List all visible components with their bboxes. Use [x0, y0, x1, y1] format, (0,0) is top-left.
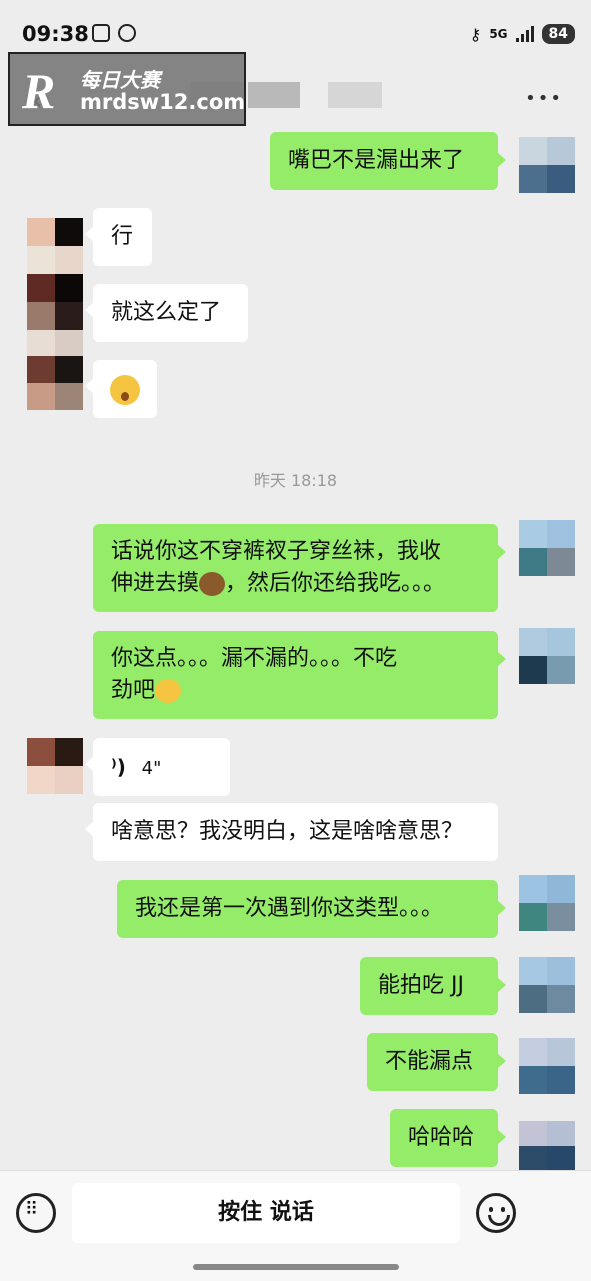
watermark-url: mrdsw12.com — [80, 90, 246, 114]
message-text: 我还是第一次遇到你这类型。。。 — [135, 896, 444, 921]
voice-message-bubble[interactable]: ⁾) 4" — [85, 738, 230, 796]
message-bubble-outgoing[interactable]: 我还是第一次遇到你这类型。。。 — [117, 880, 506, 938]
contact-avatar[interactable] — [27, 274, 83, 330]
message-text-line: 你这点。。。漏不漏的。。。不吃 — [111, 646, 398, 671]
contact-avatar[interactable] — [27, 738, 83, 794]
my-avatar[interactable] — [519, 875, 575, 931]
message-text-line: 劲吧 — [111, 675, 480, 707]
watermark-logo: R — [22, 63, 56, 119]
status-time: 09:38 — [22, 22, 89, 46]
status-right: ⚷ 5G 84 — [470, 24, 575, 44]
emoji-picker-icon[interactable] — [476, 1193, 516, 1233]
message-text: 嘴巴不是漏出来了 — [288, 148, 465, 173]
message-text: 劲吧 — [111, 678, 156, 703]
battery-badge: 84 — [541, 24, 575, 44]
message-bubble-incoming[interactable]: 行 — [85, 208, 152, 266]
message-text: 能拍吃 JJ — [378, 973, 464, 998]
home-indicator[interactable] — [193, 1264, 399, 1270]
more-options-icon[interactable]: ••• — [525, 88, 563, 109]
key-icon: ⚷ — [469, 24, 482, 44]
my-avatar[interactable] — [519, 1121, 575, 1171]
signal-icon — [515, 26, 534, 42]
message-bubble-incoming[interactable] — [85, 360, 157, 418]
message-bubble-incoming[interactable]: 就这么定了 — [85, 284, 248, 342]
message-text-line: 伸进去摸 ，然后你还给我吃。。。 — [111, 568, 480, 600]
keyboard-icon[interactable] — [16, 1193, 56, 1233]
kissing-face-emoji-icon — [110, 375, 140, 405]
laughing-tears-emoji-icon — [155, 679, 182, 703]
message-text: 伸进去摸 — [111, 571, 200, 596]
voice-duration: 4" — [141, 758, 162, 779]
message-text: 行 — [111, 224, 134, 249]
contact-avatar[interactable] — [27, 356, 83, 410]
network-label: 5G — [489, 27, 508, 41]
message-text-line: 话说你这不穿裤衩子穿丝袜，我收 — [111, 539, 442, 564]
my-avatar[interactable] — [519, 520, 575, 576]
message-text: ，然后你还给我吃。。。 — [225, 571, 446, 596]
chat-title-blurred — [328, 82, 382, 108]
my-avatar[interactable] — [519, 137, 575, 193]
message-bubble-outgoing[interactable]: 能拍吃 JJ — [360, 957, 506, 1015]
contact-avatar[interactable] — [27, 218, 83, 274]
screen-record-icon — [92, 24, 110, 42]
notification-icon — [118, 24, 136, 42]
message-bubble-outgoing[interactable]: 嘴巴不是漏出来了 — [270, 132, 506, 190]
message-timestamp: 昨天 18:18 — [253, 471, 338, 490]
watermark-site-name: 每日大赛 — [80, 68, 160, 92]
hold-to-talk-button[interactable]: 按住 说话 — [72, 1183, 460, 1243]
message-text: 就这么定了 — [111, 300, 222, 325]
message-bubble-outgoing[interactable]: 话说你这不穿裤衩子穿丝袜，我收 伸进去摸 ，然后你还给我吃。。。 — [93, 524, 506, 612]
message-text: 啥意思？我没明白，这是啥啥意思？ — [111, 819, 464, 844]
message-bubble-outgoing[interactable]: 你这点。。。漏不漏的。。。不吃 劲吧 — [93, 631, 506, 719]
my-avatar[interactable] — [519, 1038, 575, 1094]
message-bubble-incoming[interactable]: 啥意思？我没明白，这是啥啥意思？ — [85, 803, 498, 861]
message-text: 不能漏点 — [385, 1049, 474, 1074]
bear-face-emoji-icon — [199, 572, 226, 596]
chat-title-blurred — [248, 82, 300, 108]
voice-wave-icon: ⁾) — [111, 755, 126, 779]
message-bubble-outgoing[interactable]: 哈哈哈 — [390, 1109, 506, 1167]
my-avatar[interactable] — [519, 957, 575, 1013]
message-bubble-outgoing[interactable]: 不能漏点 — [367, 1033, 506, 1091]
my-avatar[interactable] — [519, 628, 575, 684]
watermark-overlay: R 每日大赛 mrdsw12.com — [8, 52, 246, 126]
message-text: 哈哈哈 — [408, 1125, 475, 1150]
